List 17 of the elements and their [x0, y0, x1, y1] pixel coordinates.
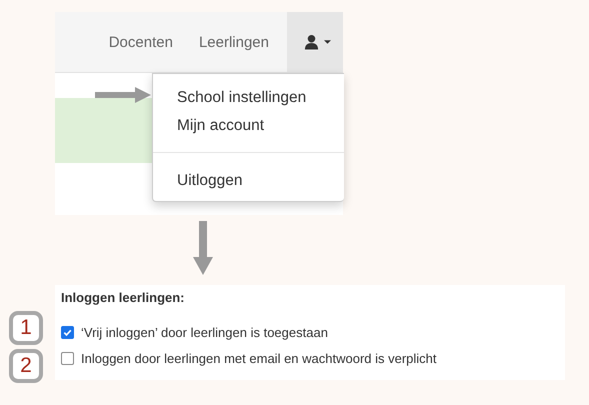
menu-item[interactable]: Mijn account: [153, 112, 344, 140]
section-heading: Inloggen leerlingen:: [61, 290, 186, 305]
arrow-icon: [193, 221, 213, 275]
checkbox-label: ‘Vrij inloggen’ door leerlingen is toegestaan: [81, 324, 328, 340]
menu-item[interactable]: Uitloggen: [153, 167, 344, 195]
step-number: 2: [9, 349, 43, 383]
caret-icon: [324, 40, 331, 44]
user-menu-button[interactable]: [287, 12, 343, 72]
checkbox-label: Inloggen door leerlingen met email en wachtwoord is verplicht: [81, 350, 437, 366]
user-icon: [304, 34, 319, 50]
step-number: 1: [9, 311, 43, 345]
checkbox[interactable]: [61, 326, 74, 338]
checkbox[interactable]: [61, 352, 74, 364]
arrow-icon: [95, 87, 151, 103]
menu-item[interactable]: School instellingen: [153, 84, 344, 112]
nav-link[interactable]: Docenten: [98, 12, 183, 72]
nav-link[interactable]: Leerlingen: [188, 12, 279, 72]
